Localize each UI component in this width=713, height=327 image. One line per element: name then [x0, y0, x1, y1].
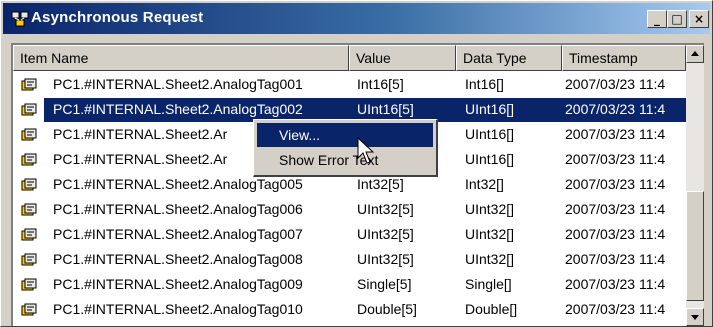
title-bar[interactable]: Asynchronous Request _ □ ×: [3, 3, 710, 34]
row-cell-time: 2007/03/23 11:4: [565, 201, 666, 217]
row-cell-name: PC1.#INTERNAL.Sheet2.AnalogTag001: [53, 76, 303, 92]
table-row[interactable]: PC1.#INTERNAL.Sheet2.AnalogTag001 Int16[5…: [13, 73, 686, 98]
row-cell-value: UInt16[5]: [357, 101, 414, 117]
row-cell-type: Double[]: [465, 301, 518, 317]
table-row[interactable]: PC1.#INTERNAL.Sheet2.AnalogTag007 UInt32[…: [13, 223, 686, 248]
context-menu: View... Show Error Text: [253, 119, 438, 177]
row-cell-type: UInt16[]: [465, 151, 515, 167]
close-button[interactable]: ×: [689, 10, 709, 28]
table-row[interactable]: PC1.#INTERNAL.Sheet2.AnalogTag009 Single[…: [13, 273, 686, 298]
tag-item-icon: [21, 153, 37, 166]
network-app-icon: [11, 11, 29, 27]
tag-item-icon: [21, 178, 37, 191]
menu-item-show-error-text[interactable]: Show Error Text: [257, 148, 433, 172]
row-cell-value: Int32[5]: [357, 176, 404, 192]
row-cell-name: PC1.#INTERNAL.Sheet2.AnalogTag007: [53, 226, 303, 242]
row-cell-time: 2007/03/23 11:4: [565, 226, 666, 242]
item-list-view[interactable]: Item Name Value Data Type Timestamp PC1.…: [11, 43, 704, 326]
column-header-data-type[interactable]: Data Type: [456, 45, 562, 71]
row-cell-name: PC1.#INTERNAL.Sheet2.AnalogTag009: [53, 276, 303, 292]
row-cell-time: 2007/03/23 11:4: [565, 76, 666, 92]
row-cell-time: 2007/03/23 11:4: [565, 101, 666, 117]
row-cell-name: PC1.#INTERNAL.Sheet2.AnalogTag010: [53, 301, 303, 317]
table-row[interactable]: PC1.#INTERNAL.Sheet2.AnalogTag008 UInt32[…: [13, 248, 686, 273]
row-cell-name: PC1.#INTERNAL.Sheet2.AnalogTag008: [53, 251, 303, 267]
row-cell-name: PC1.#INTERNAL.Sheet2.AnalogTag002: [53, 101, 303, 117]
tag-item-icon: [21, 78, 37, 91]
row-cell-time: 2007/03/23 11:4: [565, 151, 666, 167]
tag-item-icon: [21, 103, 37, 116]
row-cell-value: UInt32[5]: [357, 201, 414, 217]
tag-item-icon: [21, 128, 37, 141]
maximize-button[interactable]: □: [667, 10, 687, 28]
row-cell-name: PC1.#INTERNAL.Sheet2.AnalogTag006: [53, 201, 303, 217]
mouse-pointer-icon: [357, 137, 375, 164]
async-request-window: Asynchronous Request _ □ × Item Name Val…: [0, 0, 713, 327]
column-header-value[interactable]: Value: [349, 45, 456, 71]
scroll-up-button[interactable]: [686, 45, 704, 63]
tag-item-icon: [21, 303, 37, 316]
row-cell-name: PC1.#INTERNAL.Sheet2.AnalogTag005: [53, 176, 303, 192]
table-row[interactable]: PC1.#INTERNAL.Sheet2.AnalogTag006 UInt32[…: [13, 198, 686, 223]
row-cell-value: UInt32[5]: [357, 226, 414, 242]
column-header-timestamp[interactable]: Timestamp: [562, 45, 686, 71]
tag-item-icon: [21, 228, 37, 241]
window-title: Asynchronous Request: [31, 9, 204, 26]
arrow-down-icon: [691, 315, 699, 320]
vertical-scrollbar[interactable]: [686, 45, 704, 326]
row-cell-type: UInt32[]: [465, 251, 515, 267]
row-cell-type: Single[]: [465, 276, 512, 292]
scrollbar-thumb[interactable]: [686, 191, 704, 301]
row-cell-type: Int16[]: [465, 76, 504, 92]
row-cell-type: Int32[]: [465, 176, 504, 192]
tag-item-icon: [21, 203, 37, 216]
row-cell-value: Int16[5]: [357, 76, 404, 92]
arrow-up-icon: [691, 51, 699, 56]
table-row[interactable]: PC1.#INTERNAL.Sheet2.AnalogTag010 Double[…: [13, 298, 686, 323]
row-cell-value: Double[5]: [357, 301, 417, 317]
row-cell-value: Single[5]: [357, 276, 412, 292]
tag-item-icon: [21, 253, 37, 266]
row-cell-type: UInt32[]: [465, 226, 515, 242]
row-cell-time: 2007/03/23 11:4: [565, 301, 666, 317]
menu-item-view[interactable]: View...: [257, 123, 433, 147]
row-cell-time: 2007/03/23 11:4: [565, 176, 666, 192]
row-cell-time: 2007/03/23 11:4: [565, 251, 666, 267]
row-cell-type: UInt16[]: [465, 101, 515, 117]
row-cell-type: UInt16[]: [465, 126, 515, 142]
tag-item-icon: [21, 278, 37, 291]
list-header: Item Name Value Data Type Timestamp: [13, 45, 686, 73]
scroll-down-button[interactable]: [686, 308, 704, 326]
row-cell-time: 2007/03/23 11:4: [565, 276, 666, 292]
row-cell-type: UInt32[]: [465, 201, 515, 217]
row-cell-time: 2007/03/23 11:4: [565, 126, 666, 142]
column-header-item-name[interactable]: Item Name: [13, 45, 349, 71]
minimize-button[interactable]: _: [647, 10, 667, 28]
row-cell-value: UInt32[5]: [357, 251, 414, 267]
